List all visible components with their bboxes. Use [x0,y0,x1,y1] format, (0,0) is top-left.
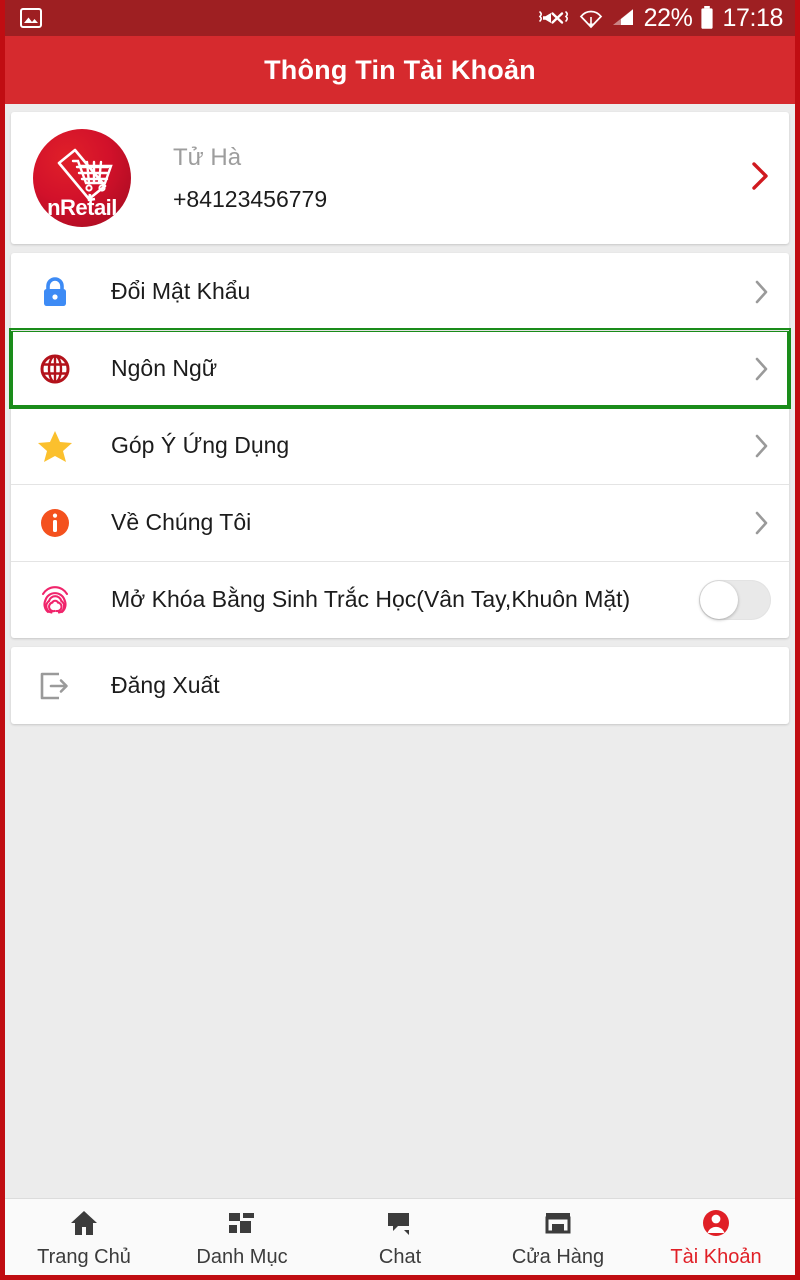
biometric-toggle[interactable] [699,579,771,620]
account-icon [701,1208,731,1243]
profile-card: nRetail Tử Hà +84123456779 [11,112,789,244]
menu-item-label: Đăng Xuất [111,672,220,698]
page-title: Thông Tin Tài Khoản [264,54,536,85]
menu-item-about-us[interactable]: Về Chúng Tôi [11,484,789,561]
nav-item-label: Tài Khoản [670,1245,762,1268]
menu-item-language[interactable]: Ngôn Ngữ [9,328,791,409]
chevron-right-icon[interactable] [753,278,771,306]
chevron-right-icon[interactable] [753,432,771,460]
menu-item-biometric-unlock[interactable]: Mở Khóa Bằng Sinh Trắc Học(Vân Tay,Khuôn… [11,561,789,638]
menu-item-label: Đổi Mật Khẩu [111,278,251,304]
menu-item-label: Ngôn Ngữ [111,355,218,381]
star-icon [33,429,77,463]
logout-card: Đăng Xuất [11,647,789,724]
menu-item-label: Mở Khóa Bằng Sinh Trắc Học(Vân Tay,Khuôn… [111,586,631,612]
nav-item-home[interactable]: Trang Chủ [5,1199,163,1275]
battery-icon [699,5,715,31]
chevron-right-icon[interactable] [749,160,771,197]
nav-item-label: Cửa Hàng [511,1245,605,1268]
nav-item-label: Trang Chủ [37,1245,131,1268]
menu-item-label: Về Chúng Tôi [111,509,252,535]
status-bar: 22% 17:18 [5,0,795,36]
profile-row[interactable]: nRetail Tử Hà +84123456779 [11,112,789,244]
nav-item-label: Chat [378,1245,422,1268]
nav-item-label: Danh Mục [196,1245,288,1268]
nav-item-category[interactable]: Danh Mục [163,1199,321,1275]
nretail-logo: nRetail [33,129,131,227]
bottom-navigation: Trang Chủ Danh Mục Chat Cửa Hàng Tài Kho… [5,1198,795,1275]
chat-icon [385,1208,415,1243]
toggle-switch-knob [700,580,738,619]
menu-item-feedback[interactable]: Góp Ý Ứng Dụng [11,407,789,484]
chevron-right-icon[interactable] [753,355,771,383]
nav-item-chat[interactable]: Chat [321,1199,479,1275]
battery-percent-label: 22% [643,3,693,32]
profile-name: Tử Hà [173,143,242,171]
signal-icon [611,6,637,30]
globe-icon [33,352,77,386]
nav-item-store[interactable]: Cửa Hàng [479,1199,637,1275]
profile-info: Tử Hà +84123456779 [173,144,327,213]
wifi-icon [578,5,604,31]
dashboard-icon [227,1208,257,1243]
home-icon [69,1208,99,1243]
profile-phone: +84123456779 [173,185,328,212]
chevron-right-icon[interactable] [753,509,771,537]
logo-brand-text: nRetail [47,195,117,220]
settings-card: Đổi Mật Khẩu Ngôn Ngữ Góp Ý Ứng Dụng Về … [9,253,791,638]
store-icon [543,1208,573,1243]
content-area: nRetail Tử Hà +84123456779 Đổi Mật Khẩu … [5,104,795,1198]
status-bar-left [19,6,43,30]
info-icon [33,506,77,540]
phone-screen: 22% 17:18 Thông Tin Tài Khoản nRetail Tử… [0,0,800,1280]
empty-space [5,724,795,1198]
mute-vibrate-icon [537,6,571,30]
nav-item-account[interactable]: Tài Khoản [637,1199,795,1275]
clock-label: 17:18 [722,3,783,32]
status-bar-right: 22% 17:18 [537,5,783,31]
toggle-switch-track[interactable] [699,579,771,620]
app-bar: Thông Tin Tài Khoản [5,36,795,104]
menu-item-logout[interactable]: Đăng Xuất [11,647,789,724]
fingerprint-icon [33,581,77,619]
menu-item-change-password[interactable]: Đổi Mật Khẩu [11,253,789,330]
logout-icon [33,669,77,703]
lock-icon [33,274,77,310]
menu-item-label: Góp Ý Ứng Dụng [111,432,290,458]
image-icon [19,6,43,30]
